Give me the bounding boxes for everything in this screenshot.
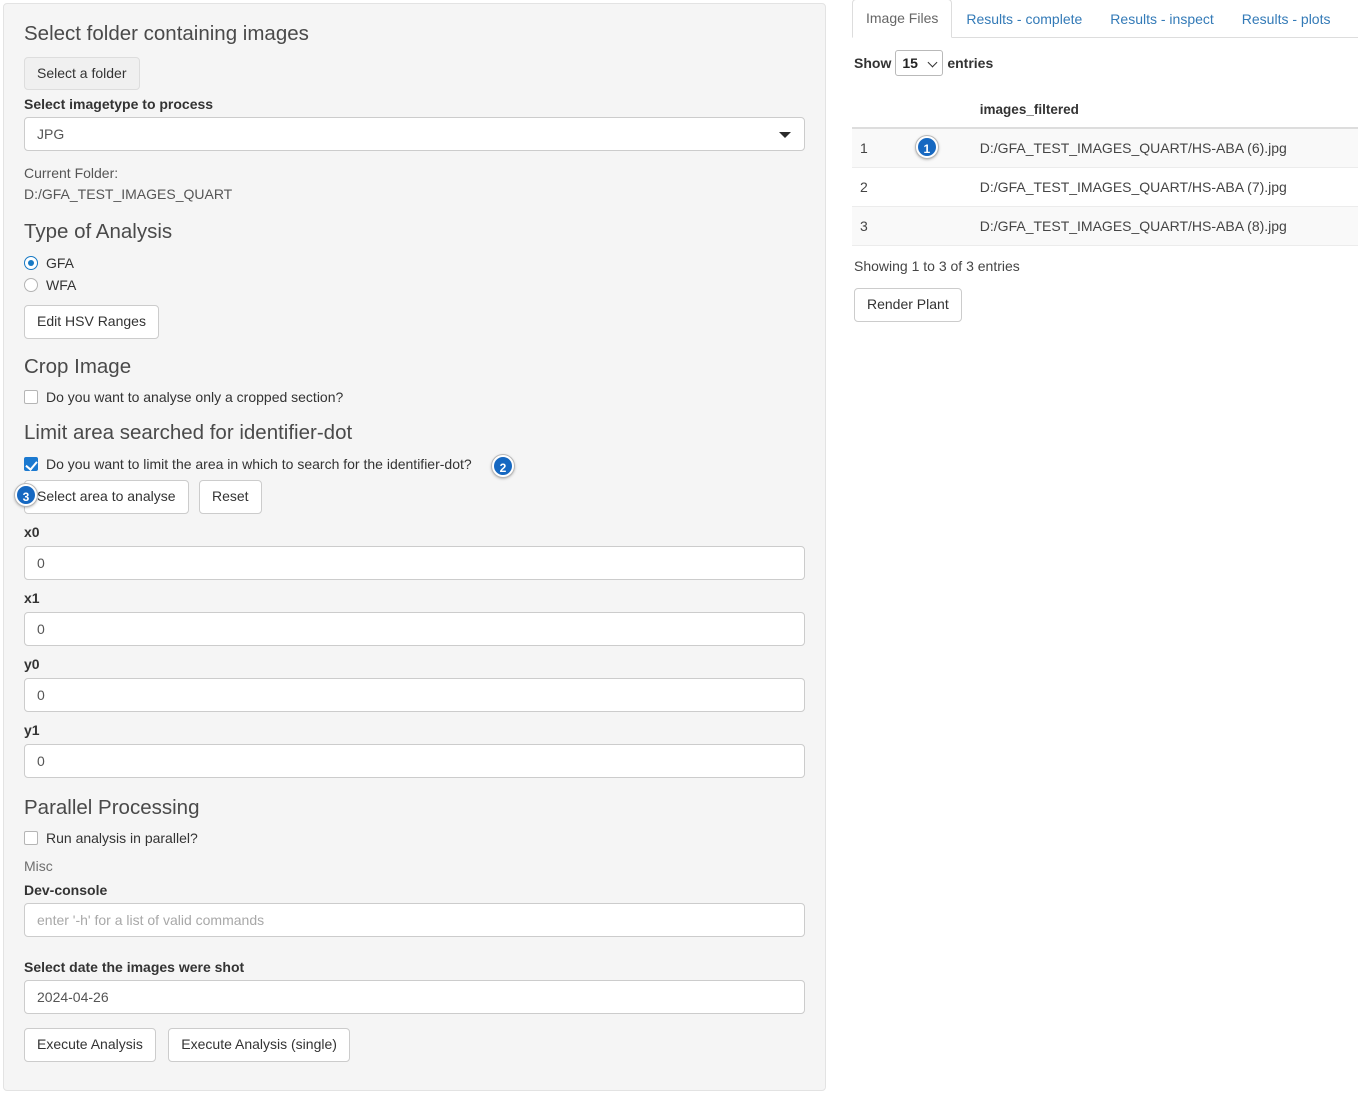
row-image-path: D:/GFA_TEST_IMAGES_QUART/HS-ABA (7).jpg [971,167,1358,207]
field-x0: x0 [24,524,805,580]
show-entries-prefix: Show [854,55,892,71]
radio-icon-wfa[interactable] [24,277,38,292]
checkbox-icon-parallel[interactable] [24,831,38,846]
row-badge-cell: 1 [875,128,972,168]
checkbox-icon-crop[interactable] [24,390,38,405]
parallel-checkbox-row[interactable]: Run analysis in parallel? [24,830,805,846]
row-image-path: D:/GFA_TEST_IMAGES_QUART/HS-ABA (8).jpg [971,206,1358,246]
misc-label: Misc [24,858,53,875]
crop-checkbox-row[interactable]: Do you want to analyse only a cropped se… [24,389,805,405]
entries-select-wrapper[interactable] [895,50,944,76]
row-index: 3 [852,206,876,246]
results-panel: Image Files Results - complete Results -… [852,0,1358,1113]
table-row[interactable]: 1 1 D:/GFA_TEST_IMAGES_QUART/HS-ABA (6).… [852,128,1358,168]
column-header-blank[interactable] [875,94,972,129]
input-x1[interactable] [24,611,805,646]
field-y0: y0 [24,656,805,712]
tab-results-inspect[interactable]: Results - inspect [1096,0,1227,38]
field-y1: y1 [24,722,805,778]
render-plant-row: Render Plant [854,288,1358,322]
row-index: 1 [852,128,876,168]
imagetype-label: Select imagetype to process [24,96,214,113]
dev-console-input[interactable] [24,903,805,938]
row-badge-cell [875,167,972,207]
tab-bar: Image Files Results - complete Results -… [852,0,1358,38]
date-label: Select date the images were shot [24,959,245,976]
configuration-panel: Select folder containing images Select a… [3,3,826,1091]
crop-section-title: Crop Image [24,354,132,378]
crop-checkbox-label: Do you want to analyse only a cropped se… [46,389,344,406]
label-x1: x1 [24,589,40,606]
limit-checkbox-label: Do you want to limit the area in which t… [46,455,472,472]
field-x1: x1 [24,590,805,646]
table-header-row: images_filtered [852,94,1358,129]
row-image-path: D:/GFA_TEST_IMAGES_QUART/HS-ABA (6).jpg [971,128,1358,168]
folder-section-title: Select folder containing images [24,22,309,45]
select-folder-button[interactable]: Select a folder [24,56,140,91]
current-folder-label: Current Folder: [24,165,119,182]
configuration-panel-body: Select folder containing images Select a… [4,4,825,1063]
parallel-checkbox-label: Run analysis in parallel? [46,830,198,847]
input-y0[interactable] [24,677,805,712]
radio-icon-gfa[interactable] [24,255,38,270]
tab-results-complete[interactable]: Results - complete [952,0,1096,38]
execute-analysis-button[interactable]: Execute Analysis [24,1028,156,1063]
image-files-table: images_filtered 1 1 D:/GFA_TEST_IMAGES_Q… [852,94,1358,246]
dev-console-label: Dev-console [24,882,108,899]
radio-label-gfa: GFA [46,254,75,271]
execute-analysis-single-button[interactable]: Execute Analysis (single) [168,1028,350,1063]
step-badge-1: 1 [915,136,938,158]
step-badge-3: 3 [15,483,37,506]
select-area-button[interactable]: Select area to analyse [24,479,189,514]
table-row[interactable]: 2 D:/GFA_TEST_IMAGES_QUART/HS-ABA (7).jp… [852,167,1358,207]
row-badge-cell [875,206,972,246]
label-y0: y0 [24,655,40,672]
parallel-section-title: Parallel Processing [24,795,200,819]
execute-buttons-row: Execute Analysis Execute Analysis (singl… [24,1028,805,1063]
row-index: 2 [852,167,876,207]
imagetype-select[interactable] [24,117,805,152]
column-header-index[interactable] [852,94,876,129]
area-buttons-row: Select area to analyse Reset 3 [15,479,805,514]
imagetype-select-wrapper[interactable] [24,117,805,152]
limit-area-section-title: Limit area searched for identifier-dot [24,421,353,445]
input-y1[interactable] [24,743,805,778]
label-y1: y1 [24,721,40,738]
limit-checkbox-row[interactable]: Do you want to limit the area in which t… [24,454,805,477]
tab-results-plots[interactable]: Results - plots [1228,0,1345,38]
input-x0[interactable] [24,545,805,580]
analysis-section-title: Type of Analysis [24,220,173,244]
edit-hsv-ranges-button[interactable]: Edit HSV Ranges [24,304,159,339]
checkbox-icon-limit-area[interactable] [24,456,38,471]
app-root: Select folder containing images Select a… [0,0,1358,1113]
show-entries-control: Show entries [854,50,1358,76]
radio-option-wfa[interactable]: WFA [24,277,805,293]
radio-label-wfa: WFA [46,276,77,293]
radio-option-gfa[interactable]: GFA [24,255,805,271]
reset-button[interactable]: Reset [198,479,262,514]
render-plant-button[interactable]: Render Plant [854,288,962,322]
entries-select[interactable] [895,50,944,76]
table-head: images_filtered [852,94,1358,129]
column-header-images-filtered[interactable]: images_filtered [971,94,1358,129]
tab-image-files[interactable]: Image Files [852,0,953,38]
date-input[interactable] [24,980,805,1015]
step-badge-2: 2 [492,454,514,477]
table-body: 1 1 D:/GFA_TEST_IMAGES_QUART/HS-ABA (6).… [852,128,1358,246]
current-folder-value: D:/GFA_TEST_IMAGES_QUART [24,185,233,202]
showing-entries-text: Showing 1 to 3 of 3 entries [854,258,1020,274]
label-x0: x0 [24,523,40,540]
show-entries-suffix: entries [947,55,994,71]
table-row[interactable]: 3 D:/GFA_TEST_IMAGES_QUART/HS-ABA (8).jp… [852,206,1358,246]
